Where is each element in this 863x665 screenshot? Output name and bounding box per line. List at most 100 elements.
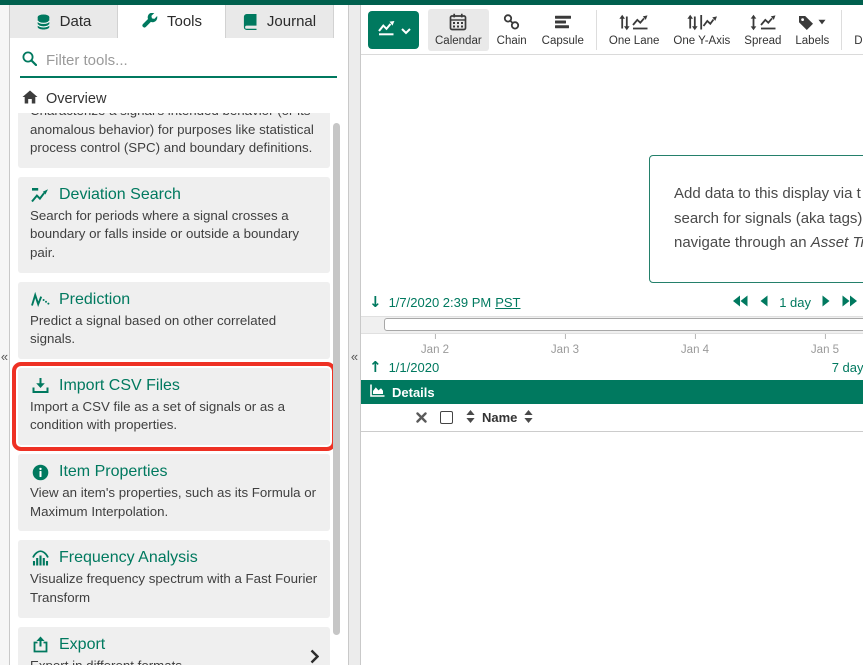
one-lane-icon: [619, 13, 649, 32]
database-icon: [36, 14, 51, 30]
overview-label: Overview: [46, 91, 106, 107]
tab-data[interactable]: Data: [10, 5, 118, 38]
scrollbar-thumb[interactable]: [333, 123, 340, 635]
name-column-header[interactable]: Name: [482, 410, 517, 425]
view-selector-button[interactable]: [368, 11, 419, 49]
tool-description: Visualize frequency spectrum with a Fast…: [30, 570, 318, 607]
toolbar-button-label: Labels: [795, 35, 829, 47]
tool-title: Deviation Search: [59, 186, 181, 204]
one-y-axis-icon: [687, 13, 717, 32]
details-panel-header: Details: [361, 380, 863, 404]
fast-back-icon[interactable]: [732, 294, 748, 310]
toolbar-button-dimming[interactable]: Dimming: [847, 9, 863, 51]
range-start-arrow-icon: ↑: [369, 358, 382, 376]
axis-tick: Jan 3: [551, 334, 579, 356]
toolbar-separator: [596, 10, 597, 50]
details-body: [361, 432, 863, 665]
home-icon: [22, 90, 38, 108]
toolbar-button-spread[interactable]: Spread: [737, 9, 788, 51]
tick-label: Jan 4: [681, 344, 709, 356]
add-data-message: Add data to this display via t search fo…: [649, 155, 863, 283]
range-end-arrow-icon: ↓: [369, 293, 382, 311]
sort-icon[interactable]: [466, 410, 475, 426]
range-step-label[interactable]: 1 day: [779, 295, 811, 310]
toolbar-button-calendar[interactable]: Calendar: [428, 9, 489, 51]
toolbar-button-one-lane[interactable]: One Lane: [602, 9, 667, 51]
tool-card-export[interactable]: ExportExport in different formats: [18, 627, 330, 665]
tool-description: Search for periods where a signal crosse…: [30, 207, 318, 263]
tool-card-deviation-search[interactable]: Deviation Search Search for periods where…: [18, 177, 330, 273]
tool-card-prediction[interactable]: PredictionPredict a signal based on othe…: [18, 282, 330, 359]
tool-card-clipped[interactable]: Characterize a signal's intended behavio…: [18, 113, 330, 168]
tab-journal[interactable]: Journal: [226, 5, 334, 38]
tool-card-frequency-analysis[interactable]: Frequency Analysis Visualize frequency sp…: [18, 540, 330, 617]
sort-icon[interactable]: [524, 410, 533, 426]
toolbar-button-capsule[interactable]: Capsule: [535, 9, 591, 51]
select-all-checkbox[interactable]: [440, 411, 453, 424]
display-range-row: ↓ 1/7/2020 2:39 PM PST 1 day: [361, 288, 863, 316]
prediction-icon: [30, 292, 50, 307]
main-panel: Calendar Chain Capsule One LaneOne Y-Axis Sp…: [361, 5, 863, 665]
toolbar-button-labels[interactable]: Labels: [788, 9, 836, 51]
tab-tools[interactable]: Tools: [118, 5, 226, 38]
sidebar-tabs: DataTools Journal: [10, 5, 348, 38]
step-forward-icon[interactable]: [822, 294, 831, 310]
collapse-left-icon[interactable]: «: [0, 349, 9, 364]
area-chart-icon: [370, 384, 385, 400]
tick-label: Jan 2: [421, 344, 449, 356]
sidebar: DataTools Journal Overview Characterize a…: [10, 5, 348, 665]
axis-tick: Jan 2: [421, 334, 449, 356]
tool-title: Frequency Analysis: [59, 549, 198, 567]
timezone-link[interactable]: PST: [495, 295, 520, 310]
investigate-range-row: ↑ 1/1/2020 7 days: [361, 354, 863, 380]
spread-icon: [749, 13, 777, 32]
chevron-right-icon: [310, 649, 319, 665]
tool-description: View an item's properties, such as its F…: [30, 484, 318, 521]
details-table-header: Name: [361, 404, 863, 432]
tab-label: Journal: [267, 13, 316, 30]
toolbar-button-label: Capsule: [542, 35, 584, 47]
timebar-selection[interactable]: [384, 318, 863, 331]
tool-description: Characterize a signal's intended behavio…: [30, 113, 318, 158]
fast-forward-icon[interactable]: [842, 294, 858, 310]
sidebar-splitter[interactable]: «: [348, 5, 361, 665]
chain-icon: [503, 13, 520, 32]
journal-icon: [243, 14, 258, 30]
toolbar-button-one-y-axis[interactable]: One Y-Axis: [666, 9, 737, 51]
message-line: navigate through an Asset Tr: [674, 231, 863, 256]
toolbar-button-label: Dimming: [854, 35, 863, 47]
search-input[interactable]: [46, 52, 335, 69]
timebar-track[interactable]: [361, 316, 863, 334]
investigate-duration[interactable]: 7 days: [832, 360, 863, 375]
export-icon: [30, 636, 50, 653]
tool-title: Import CSV Files: [59, 377, 180, 395]
tool-card-import-csv-files[interactable]: Import CSV Files Import a CSV file as a s…: [18, 368, 330, 445]
message-line: search for signals (aka tags): [674, 207, 863, 232]
toolbar-separator: [841, 10, 842, 50]
overview-link[interactable]: Overview: [10, 78, 348, 113]
message-line: Add data to this display via t: [674, 182, 863, 207]
tool-title: Prediction: [59, 291, 130, 309]
tick-mark: [824, 334, 825, 339]
tool-description: Export in different formats: [30, 657, 318, 665]
toolbar-button-label: Chain: [497, 35, 527, 47]
remove-all-icon[interactable]: [416, 410, 427, 426]
tool-description: Import a CSV file as a set of signals or…: [30, 398, 318, 435]
toolbar-button-label: Spread: [744, 35, 781, 47]
left-collapse-gutter[interactable]: «: [0, 5, 10, 665]
tool-card-item-properties[interactable]: Item PropertiesView an item's properties…: [18, 454, 330, 531]
trend-view-icon: [377, 20, 397, 39]
investigate-start-date[interactable]: 1/1/2020: [389, 360, 440, 375]
tick-mark: [564, 334, 565, 339]
tick-label: Jan 5: [811, 344, 839, 356]
step-back-icon[interactable]: [759, 294, 768, 310]
search-icon: [22, 51, 37, 69]
collapse-sidebar-icon[interactable]: «: [349, 349, 360, 364]
tick-mark: [694, 334, 695, 339]
deviation-search-icon: [30, 187, 50, 203]
axis-tick: Jan 5: [811, 334, 839, 356]
toolbar-button-chain[interactable]: Chain: [489, 9, 535, 51]
display-range-start[interactable]: 1/7/2020 2:39 PM: [389, 295, 492, 310]
trend-display-area[interactable]: Add data to this display via t search fo…: [361, 55, 863, 288]
capsule-icon: [554, 13, 572, 32]
